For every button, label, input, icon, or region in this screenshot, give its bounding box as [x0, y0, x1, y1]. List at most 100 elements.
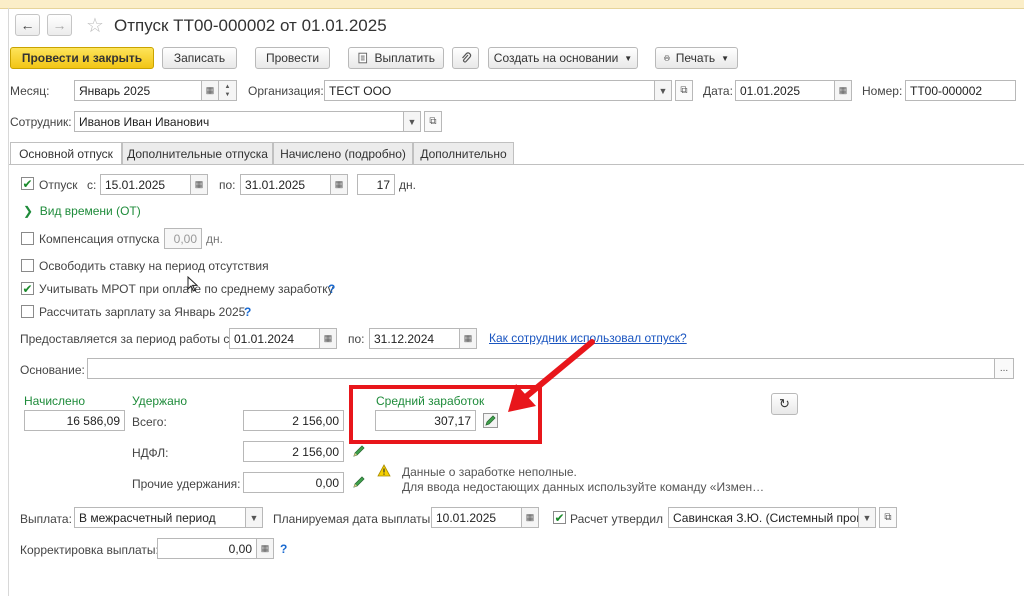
- calendar-icon: ▦: [323, 333, 333, 343]
- check-icon: ✔: [22, 176, 33, 191]
- pay-label: Выплатить: [374, 51, 436, 65]
- month-field[interactable]: Январь 2025: [74, 80, 202, 101]
- correction-calc-button[interactable]: ▦: [256, 538, 274, 559]
- org-open-button[interactable]: ⧉: [675, 80, 693, 101]
- save-button[interactable]: Записать: [162, 47, 237, 69]
- tab-main-vacation[interactable]: Основной отпуск: [10, 142, 122, 165]
- page-title: Отпуск ТТ00-000002 от 01.01.2025: [114, 16, 387, 35]
- calc-salary-label: Рассчитать зарплату за Январь 2025: [39, 305, 246, 319]
- month-stepper[interactable]: ▲ ▼: [219, 80, 237, 101]
- time-type-toggle[interactable]: ❯ Вид времени (ОТ): [23, 204, 141, 218]
- employee-open-button[interactable]: ⧉: [424, 111, 442, 132]
- favorite-star-icon[interactable]: ☆: [86, 13, 104, 38]
- tab-additional[interactable]: Дополнительно: [413, 142, 514, 164]
- from-calendar-button[interactable]: ▦: [190, 174, 208, 195]
- approved-checkbox[interactable]: ✔: [553, 511, 566, 524]
- open-icon: ⧉: [680, 85, 688, 96]
- total-label: Всего:: [132, 415, 167, 429]
- planned-date-calendar-button[interactable]: ▦: [521, 507, 539, 528]
- edit-ndfl-pencil-icon[interactable]: [352, 444, 366, 458]
- attach-button[interactable]: [452, 47, 479, 69]
- top-strip: [0, 0, 1024, 9]
- payout-dropdown-button[interactable]: ▼: [245, 507, 263, 528]
- post-button[interactable]: Провести: [255, 47, 330, 69]
- period-to-calendar-button[interactable]: ▦: [459, 328, 477, 349]
- mrot-checkbox[interactable]: ✔: [21, 282, 34, 295]
- approved-open-button[interactable]: ⧉: [879, 507, 897, 528]
- down-arrow-icon: ▼: [224, 91, 231, 98]
- vacation-from-field[interactable]: 15.01.2025: [100, 174, 191, 195]
- annotation-arrow: [508, 339, 595, 412]
- employee-label: Сотрудник:: [10, 115, 72, 129]
- org-label: Организация:: [248, 84, 324, 98]
- total-field[interactable]: 2 156,00: [243, 410, 344, 431]
- month-label: Месяц:: [10, 84, 50, 98]
- edit-other-pencil-icon[interactable]: [352, 475, 366, 489]
- pay-button[interactable]: Выплатить: [348, 47, 444, 69]
- calendar-icon: ▦: [838, 85, 848, 95]
- org-dropdown-button[interactable]: ▼: [654, 80, 672, 101]
- check-icon: ✔: [22, 281, 33, 296]
- date-label: Дата:: [703, 84, 733, 98]
- vacation-to-field[interactable]: 31.01.2025: [240, 174, 331, 195]
- free-rate-label: Освободить ставку на период отсутствия: [39, 259, 269, 273]
- period-from-field[interactable]: 01.01.2024: [229, 328, 320, 349]
- approved-field[interactable]: Савинская З.Ю. (Системный прог: [668, 507, 859, 528]
- chevron-down-icon: ▼: [407, 116, 417, 127]
- dropdown-arrow-icon: ▼: [721, 53, 729, 63]
- mrot-help-icon[interactable]: ?: [328, 282, 335, 296]
- correction-field[interactable]: 0,00: [157, 538, 257, 559]
- reason-label: Основание:: [20, 363, 85, 377]
- compensation-checkbox[interactable]: [21, 232, 34, 245]
- compensation-field[interactable]: 0,00: [164, 228, 202, 249]
- period-from-calendar-button[interactable]: ▦: [319, 328, 337, 349]
- correction-help-icon[interactable]: ?: [280, 542, 287, 556]
- org-field[interactable]: ТЕСТ ООО: [324, 80, 655, 101]
- arrow-left-icon: ←: [20, 17, 35, 33]
- create-based-button[interactable]: Создать на основании ▼: [488, 47, 638, 69]
- warning-line-2: Для ввода недостающих данных используйте…: [402, 480, 765, 494]
- from-label: с:: [87, 178, 97, 192]
- document-icon: [358, 52, 368, 64]
- warning-line-1: Данные о заработке неполные.: [402, 465, 577, 479]
- accrued-field[interactable]: 16 586,09: [24, 410, 125, 431]
- other-label: Прочие удержания:: [132, 477, 241, 491]
- date-calendar-button[interactable]: ▦: [834, 80, 852, 101]
- payout-label: Выплата:: [20, 512, 72, 526]
- reason-select-button[interactable]: ...: [994, 358, 1014, 379]
- ndfl-field[interactable]: 2 156,00: [243, 441, 344, 462]
- free-rate-checkbox[interactable]: [21, 259, 34, 272]
- date-field[interactable]: 01.01.2025: [735, 80, 835, 101]
- left-border: [8, 8, 9, 596]
- post-and-close-button[interactable]: Провести и закрыть: [10, 47, 154, 69]
- planned-date-field[interactable]: 10.01.2025: [431, 507, 522, 528]
- number-field[interactable]: ТТ00-000002: [905, 80, 1016, 101]
- to-calendar-button[interactable]: ▦: [330, 174, 348, 195]
- accrued-label: Начислено: [24, 394, 86, 408]
- back-button[interactable]: ←: [15, 14, 40, 36]
- forward-button[interactable]: →: [47, 14, 72, 36]
- chevron-down-icon: ▼: [249, 512, 259, 523]
- employee-dropdown-button[interactable]: ▼: [403, 111, 421, 132]
- calendar-icon: ▦: [194, 179, 204, 189]
- period-to-field[interactable]: 31.12.2024: [369, 328, 460, 349]
- print-button[interactable]: Печать ▼: [655, 47, 738, 69]
- tab-accrued-detail[interactable]: Начислено (подробно): [273, 142, 413, 164]
- tab-additional-vacations[interactable]: Дополнительные отпуска: [122, 142, 273, 164]
- days-field[interactable]: 17: [357, 174, 395, 195]
- calendar-icon: ▦: [525, 512, 535, 522]
- arrow-right-icon: →: [52, 17, 67, 33]
- up-arrow-icon: ▲: [224, 83, 231, 90]
- refresh-button[interactable]: ↻: [771, 393, 798, 415]
- print-label: Печать: [675, 51, 716, 65]
- vacation-checkbox[interactable]: ✔: [21, 177, 34, 190]
- payout-field[interactable]: В межрасчетный период: [74, 507, 246, 528]
- employee-field[interactable]: Иванов Иван Иванович: [74, 111, 404, 132]
- warning-icon: [377, 464, 391, 477]
- approved-dropdown-button[interactable]: ▼: [858, 507, 876, 528]
- other-field[interactable]: 0,00: [243, 472, 344, 493]
- calendar-icon: ▦: [334, 179, 344, 189]
- calc-salary-checkbox[interactable]: [21, 305, 34, 318]
- calendar-button[interactable]: ▦: [201, 80, 219, 101]
- calc-salary-help-icon[interactable]: ?: [244, 305, 251, 319]
